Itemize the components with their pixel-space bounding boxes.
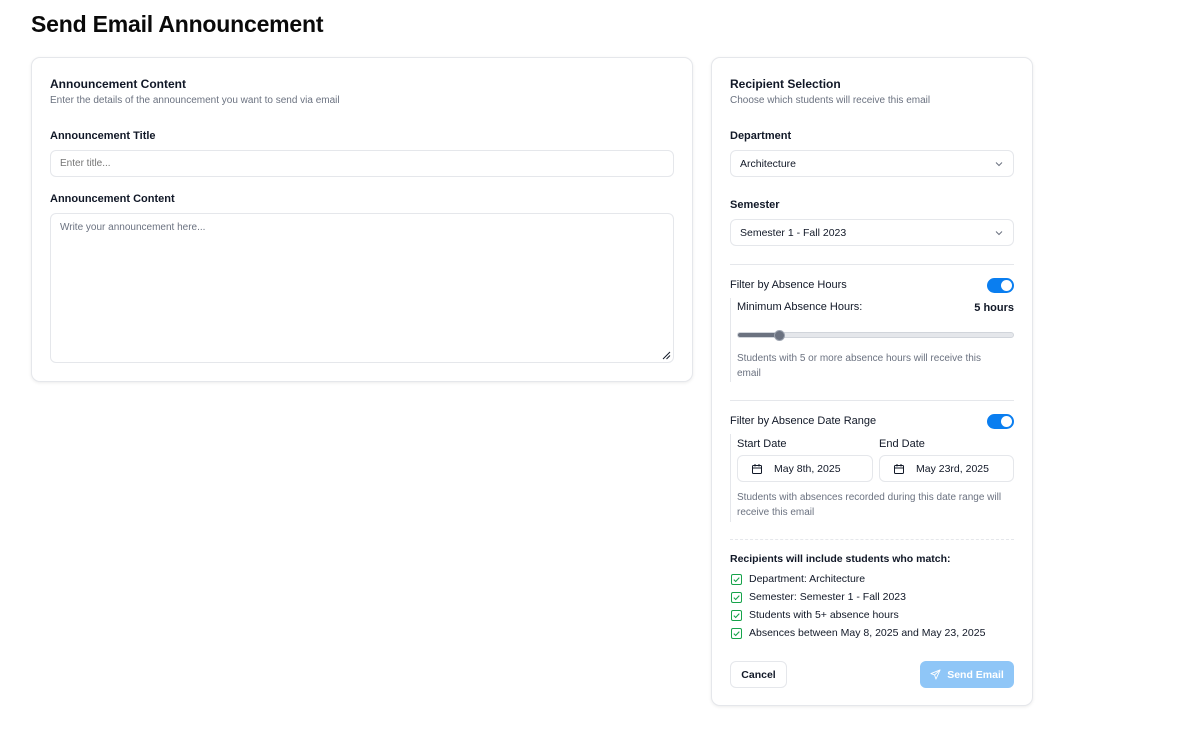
check-square-icon (731, 591, 742, 603)
date-range-toggle[interactable] (987, 414, 1014, 429)
date-range-filter-label: Filter by Absence Date Range (730, 415, 877, 427)
start-date-label: Start Date (737, 438, 787, 450)
announcement-title-label: Announcement Title (50, 130, 156, 142)
semester-value: Semester 1 - Fall 2023 (740, 226, 847, 239)
divider (730, 400, 1014, 401)
date-range-hint: Students with absences recorded during t… (737, 492, 1002, 518)
calendar-icon (894, 463, 904, 474)
department-label: Department (730, 130, 792, 142)
slider-thumb[interactable] (773, 330, 785, 341)
calendar-icon (752, 463, 762, 474)
department-select[interactable]: Architecture (730, 150, 1014, 177)
announcement-title-input[interactable] (50, 150, 674, 177)
absence-hours-toggle[interactable] (987, 278, 1014, 293)
chevron-down-icon (995, 230, 1003, 235)
cancel-button[interactable]: Cancel (730, 661, 787, 688)
summary-item-text: Absences between May 8, 2025 and May 23,… (749, 627, 986, 639)
semester-label: Semester (730, 199, 780, 211)
content-card-title: Announcement Content (50, 77, 186, 91)
summary-item-text: Semester: Semester 1 - Fall 2023 (749, 591, 906, 603)
summary-item-text: Students with 5+ absence hours (749, 609, 899, 621)
resize-handle-icon[interactable] (661, 350, 671, 360)
summary-item: Semester: Semester 1 - Fall 2023 (731, 591, 906, 603)
send-email-button[interactable]: Send Email (920, 661, 1014, 688)
end-date-picker[interactable]: May 23rd, 2025 (879, 455, 1014, 482)
send-icon (930, 669, 941, 680)
summary-item: Students with 5+ absence hours (731, 609, 899, 621)
divider (730, 264, 1014, 265)
semester-select[interactable]: Semester 1 - Fall 2023 (730, 219, 1014, 246)
dashed-divider (730, 539, 1014, 540)
chevron-down-icon (995, 161, 1003, 166)
recipients-summary-title: Recipients will include students who mat… (730, 553, 951, 565)
check-square-icon (731, 609, 742, 621)
toggle-knob (1001, 280, 1012, 291)
content-placeholder: Write your announcement here... (60, 222, 206, 233)
recipient-card-description: Choose which students will receive this … (730, 95, 931, 106)
summary-item-text: Department: Architecture (749, 573, 866, 585)
summary-item: Department: Architecture (731, 573, 865, 585)
end-date-value: May 23rd, 2025 (916, 462, 989, 475)
minimum-absence-hours-label: Minimum Absence Hours: (737, 301, 863, 313)
check-square-icon (731, 573, 742, 585)
send-email-label: Send Email (947, 668, 1004, 681)
end-date-label: End Date (879, 438, 925, 450)
absence-hours-hint: Students with 5 or more absence hours wi… (737, 353, 982, 379)
content-card-description: Enter the details of the announcement yo… (50, 95, 340, 106)
start-date-value: May 8th, 2025 (774, 462, 841, 475)
announcement-content-card: Announcement Content Enter the details o… (31, 57, 693, 382)
announcement-content-textarea[interactable]: Write your announcement here... (50, 213, 674, 363)
absence-hours-value: 5 hours (974, 302, 1014, 314)
check-square-icon (731, 627, 742, 639)
absence-hours-filter-label: Filter by Absence Hours (730, 279, 847, 291)
page-title: Send Email Announcement (31, 11, 324, 37)
date-range-section-rule (730, 434, 731, 522)
department-value: Architecture (740, 157, 797, 170)
recipient-selection-card: Recipient Selection Choose which student… (711, 57, 1033, 706)
start-date-picker[interactable]: May 8th, 2025 (737, 455, 873, 482)
absence-hours-section-rule (730, 298, 731, 382)
toggle-knob (1001, 416, 1012, 427)
summary-item: Absences between May 8, 2025 and May 23,… (731, 627, 985, 639)
announcement-content-label: Announcement Content (50, 193, 175, 205)
recipient-card-title: Recipient Selection (730, 77, 841, 91)
